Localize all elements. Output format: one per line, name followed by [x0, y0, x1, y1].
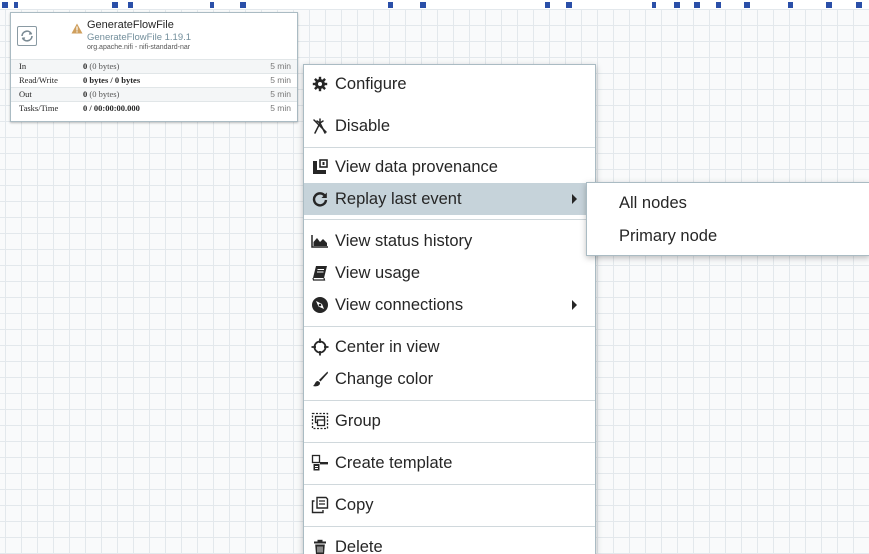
group-icon: [309, 410, 331, 432]
menu-item-create-template[interactable]: Create template: [304, 447, 595, 479]
stat-row-tasks-time: Tasks/Time 0 / 00:00:00.000 5 min: [11, 101, 297, 115]
menu-item-view-data-provenance[interactable]: View data provenance: [304, 151, 595, 183]
menu-separator: [304, 400, 595, 401]
stat-time: 5 min: [270, 74, 291, 87]
menu-item-label: View connections: [335, 296, 463, 315]
stat-time: 5 min: [270, 88, 291, 101]
stat-value: 0 (0 bytes): [83, 60, 119, 73]
stat-value: 0 bytes / 0 bytes: [83, 74, 140, 87]
menu-item-label: Delete: [335, 538, 383, 554]
processor-header: GenerateFlowFile GenerateFlowFile 1.19.1…: [11, 13, 297, 59]
menu-item-label: Center in view: [335, 338, 440, 357]
menu-item-disable[interactable]: Disable: [304, 110, 595, 142]
submenu-item-all-nodes[interactable]: All nodes: [587, 187, 869, 219]
stat-row-in: In 0 (0 bytes) 5 min: [11, 59, 297, 73]
menu-item-label: View usage: [335, 264, 420, 283]
area-chart-icon: [309, 230, 331, 252]
provenance-icon: [309, 156, 331, 178]
stat-detail: (0 bytes): [89, 61, 119, 71]
processor-name: GenerateFlowFile: [87, 19, 174, 31]
menu-item-delete[interactable]: Delete: [304, 531, 595, 554]
menu-separator: [304, 526, 595, 527]
menu-item-copy[interactable]: Copy: [304, 489, 595, 521]
stat-row-read-write: Read/Write 0 bytes / 0 bytes 5 min: [11, 73, 297, 87]
processor-bundle: org.apache.nifi - nifi-standard-nar: [87, 44, 190, 51]
stat-label: In: [19, 60, 26, 73]
processor-stats: In 0 (0 bytes) 5 min Read/Write 0 bytes …: [11, 59, 297, 115]
trash-icon: [309, 536, 331, 554]
menu-item-view-status-history[interactable]: View status history: [304, 225, 595, 257]
disable-icon: [309, 115, 331, 137]
menu-item-change-color[interactable]: Change color: [304, 363, 595, 395]
submenu-item-primary-node[interactable]: Primary node: [587, 220, 869, 252]
paintbrush-icon: [309, 368, 331, 390]
menu-item-label: Create template: [335, 454, 452, 473]
stat-time: 5 min: [270, 60, 291, 73]
menu-item-label: Replay last event: [335, 190, 462, 209]
menu-item-view-connections[interactable]: View connections: [304, 289, 595, 321]
menu-item-label: Disable: [335, 117, 390, 136]
template-icon: [309, 452, 331, 474]
stat-value: 0 (0 bytes): [83, 88, 119, 101]
processor-type-icon: [17, 26, 37, 46]
cropped-header-text: [0, 0, 869, 9]
processor-type: GenerateFlowFile 1.19.1: [87, 32, 191, 43]
menu-separator: [304, 442, 595, 443]
stat-label: Out: [19, 88, 32, 101]
replay-submenu: All nodes Primary node: [586, 182, 869, 256]
crosshairs-icon: [309, 336, 331, 358]
gear-icon: [309, 73, 331, 95]
submenu-caret-icon: [572, 300, 577, 310]
menu-item-configure[interactable]: Configure: [304, 68, 595, 100]
cropped-header-strip: [0, 0, 869, 9]
stat-detail: (0 bytes): [89, 89, 119, 99]
cropped-text-glyphs-icon: [0, 0, 869, 9]
context-menu: Configure Disable: [303, 64, 596, 554]
warning-icon[interactable]: [71, 23, 83, 34]
menu-item-label: View data provenance: [335, 158, 498, 177]
menu-item-label: View status history: [335, 232, 472, 251]
compass-icon: [309, 294, 331, 316]
menu-separator: [304, 326, 595, 327]
menu-item-view-usage[interactable]: View usage: [304, 257, 595, 289]
copy-icon: [309, 494, 331, 516]
stat-time: 5 min: [270, 102, 291, 115]
stat-count: 0: [83, 89, 87, 99]
replay-icon: [309, 188, 331, 210]
stat-row-out: Out 0 (0 bytes) 5 min: [11, 87, 297, 101]
menu-item-group[interactable]: Group: [304, 405, 595, 437]
submenu-caret-icon: [572, 194, 577, 204]
menu-item-replay-last-event[interactable]: Replay last event: [304, 183, 595, 215]
menu-item-label: Change color: [335, 370, 433, 389]
book-icon: [309, 262, 331, 284]
menu-item-label: Configure: [335, 75, 407, 94]
processor-generateflowfile[interactable]: GenerateFlowFile GenerateFlowFile 1.19.1…: [10, 12, 298, 122]
menu-separator: [304, 219, 595, 220]
stat-value: 0 / 00:00:00.000: [83, 102, 140, 115]
menu-item-label: Copy: [335, 496, 374, 515]
menu-separator: [304, 147, 595, 148]
stat-label: Read/Write: [19, 74, 58, 87]
stat-label: Tasks/Time: [19, 102, 58, 115]
stat-count: 0: [83, 61, 87, 71]
menu-item-center-in-view[interactable]: Center in view: [304, 331, 595, 363]
menu-item-label: Group: [335, 412, 381, 431]
menu-separator: [304, 484, 595, 485]
